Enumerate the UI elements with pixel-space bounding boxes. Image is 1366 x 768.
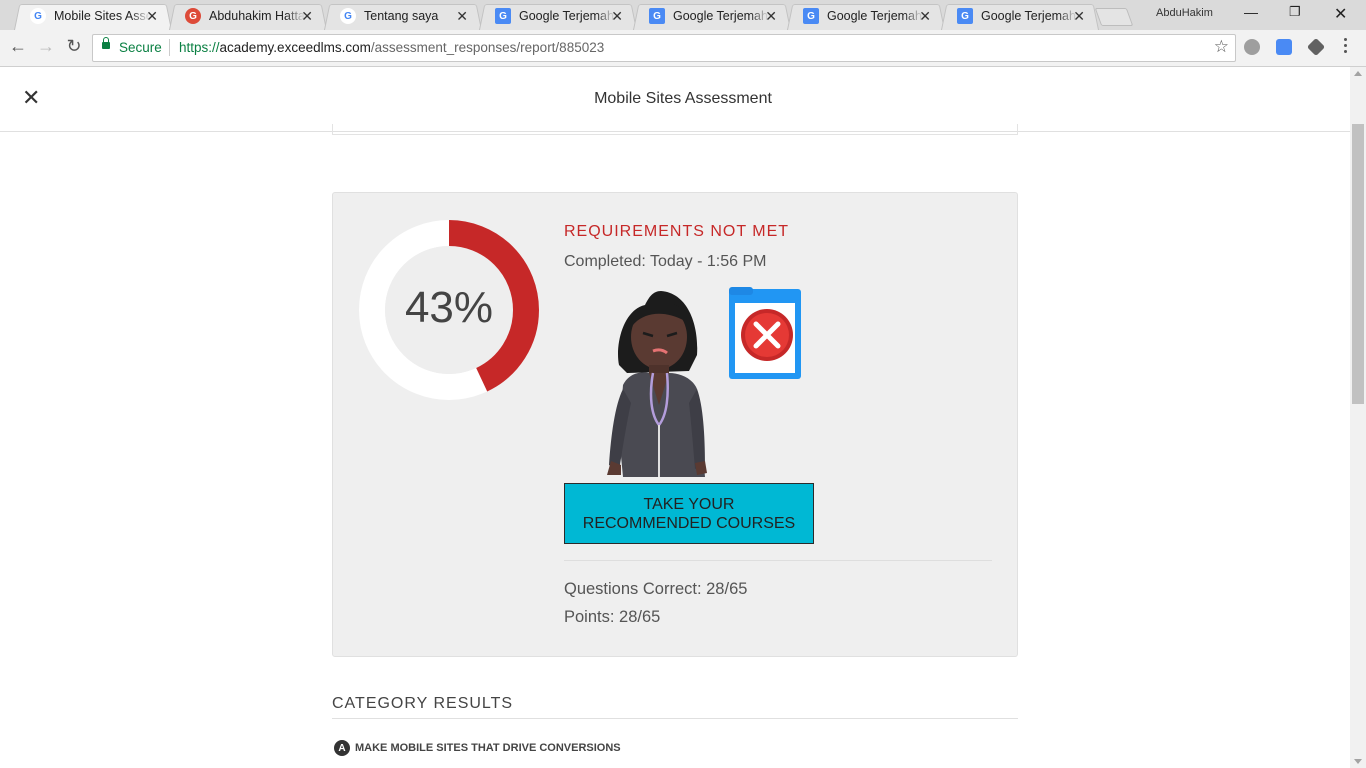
tab-title: Mobile Sites Assessment <box>54 9 150 23</box>
requirement-status: REQUIREMENTS NOT MET <box>564 223 790 240</box>
close-window-icon[interactable]: ✕ <box>1334 4 1347 24</box>
close-tab-icon[interactable]: ✕ <box>146 8 158 24</box>
score-percentage: 43% <box>404 283 494 332</box>
new-tab-button[interactable] <box>1094 8 1134 26</box>
close-tab-icon[interactable]: ✕ <box>919 8 931 24</box>
browser-tab[interactable]: G Google Terjemahan ✕ <box>787 2 945 30</box>
lock-icon <box>102 37 110 49</box>
browser-tab[interactable]: G Mobile Sites Assessment ✕ <box>14 2 172 30</box>
profile-name[interactable]: AbduHakim <box>1156 7 1213 19</box>
close-tab-icon[interactable]: ✕ <box>456 8 468 24</box>
page-header: ✕ Mobile Sites Assessment <box>0 67 1350 132</box>
google-plus-icon: G <box>185 8 201 24</box>
restore-icon[interactable]: ❐ <box>1289 4 1301 20</box>
bookmark-star-icon[interactable]: ☆ <box>1214 37 1229 57</box>
cta-line-2: RECOMMENDED COURSES <box>582 514 796 532</box>
browser-tab[interactable]: G Abduhakim Hattab ✕ <box>169 2 327 30</box>
page-scrollbar[interactable] <box>1350 67 1366 768</box>
back-arrow-icon[interactable]: ← <box>8 36 28 57</box>
category-results-heading: CATEGORY RESULTS <box>332 695 514 712</box>
cta-line-1: TAKE YOUR <box>643 495 735 513</box>
result-illustration <box>607 287 801 477</box>
google-translate-icon: G <box>649 8 665 24</box>
browser-toolbar: ← → ↻ Secure https://academy.exceedlms.c… <box>0 30 1366 67</box>
close-tab-icon[interactable]: ✕ <box>611 8 623 24</box>
category-label: MAKE MOBILE SITES THAT DRIVE CONVERSIONS <box>355 742 621 754</box>
extension-hexagon-icon[interactable] <box>1306 37 1326 57</box>
take-recommended-courses-button[interactable]: TAKE YOUR RECOMMENDED COURSES <box>564 483 814 544</box>
close-tab-icon[interactable]: ✕ <box>301 8 313 24</box>
tab-title: Google Terjemahan <box>673 9 769 23</box>
close-tab-icon[interactable]: ✕ <box>1073 8 1085 24</box>
page-title: Mobile Sites Assessment <box>594 90 772 107</box>
secure-label: Secure <box>119 40 162 55</box>
tab-title: Google Terjemahan <box>827 9 923 23</box>
google-translate-icon: G <box>957 8 973 24</box>
category-item[interactable]: A MAKE MOBILE SITES THAT DRIVE CONVERSIO… <box>334 740 621 756</box>
google-g-icon: G <box>340 8 356 24</box>
reload-icon[interactable]: ↻ <box>64 36 84 57</box>
questions-correct: Questions Correct: 28/65 <box>564 580 748 598</box>
previous-card-edge <box>332 124 1018 135</box>
result-card: 43% REQUIREMENTS NOT MET Completed: Toda… <box>332 192 1018 657</box>
browser-menu-icon[interactable] <box>1344 38 1348 56</box>
browser-tab-strip: G Mobile Sites Assessment ✕ G Abduhakim … <box>0 0 1366 30</box>
browser-tab[interactable]: G Tentang saya ✕ <box>324 2 482 30</box>
category-badge: A <box>334 740 350 756</box>
url-text[interactable]: https://academy.exceedlms.com/assessment… <box>179 40 604 55</box>
extension-icon[interactable] <box>1244 39 1260 55</box>
address-bar[interactable]: Secure https://academy.exceedlms.com/ass… <box>92 34 1236 62</box>
minimize-icon[interactable]: — <box>1244 4 1258 20</box>
close-tab-icon[interactable]: ✕ <box>765 8 777 24</box>
failed-document-icon <box>729 287 801 379</box>
google-translate-extension-icon[interactable] <box>1276 39 1292 55</box>
scrollbar-thumb[interactable] <box>1352 124 1364 404</box>
tab-title: Google Terjemahan <box>981 9 1077 23</box>
divider <box>564 560 992 561</box>
tab-title: Abduhakim Hattab <box>209 9 305 23</box>
google-translate-icon: G <box>803 8 819 24</box>
points: Points: 28/65 <box>564 608 661 626</box>
tab-title: Google Terjemahan <box>519 9 615 23</box>
scroll-up-arrow-icon[interactable] <box>1354 71 1362 76</box>
browser-tab[interactable]: G Google Terjemahan ✕ <box>941 2 1099 30</box>
browser-tab[interactable]: G Google Terjemahan ✕ <box>479 2 637 30</box>
tab-title: Tentang saya <box>364 9 439 23</box>
completed-time: Completed: Today - 1:56 PM <box>564 253 767 270</box>
browser-tab[interactable]: G Google Terjemahan ✕ <box>633 2 791 30</box>
google-g-icon: G <box>30 8 46 24</box>
divider <box>332 718 1018 719</box>
forward-arrow-icon[interactable]: → <box>36 36 56 57</box>
scroll-down-arrow-icon[interactable] <box>1354 759 1362 764</box>
google-translate-icon: G <box>495 8 511 24</box>
